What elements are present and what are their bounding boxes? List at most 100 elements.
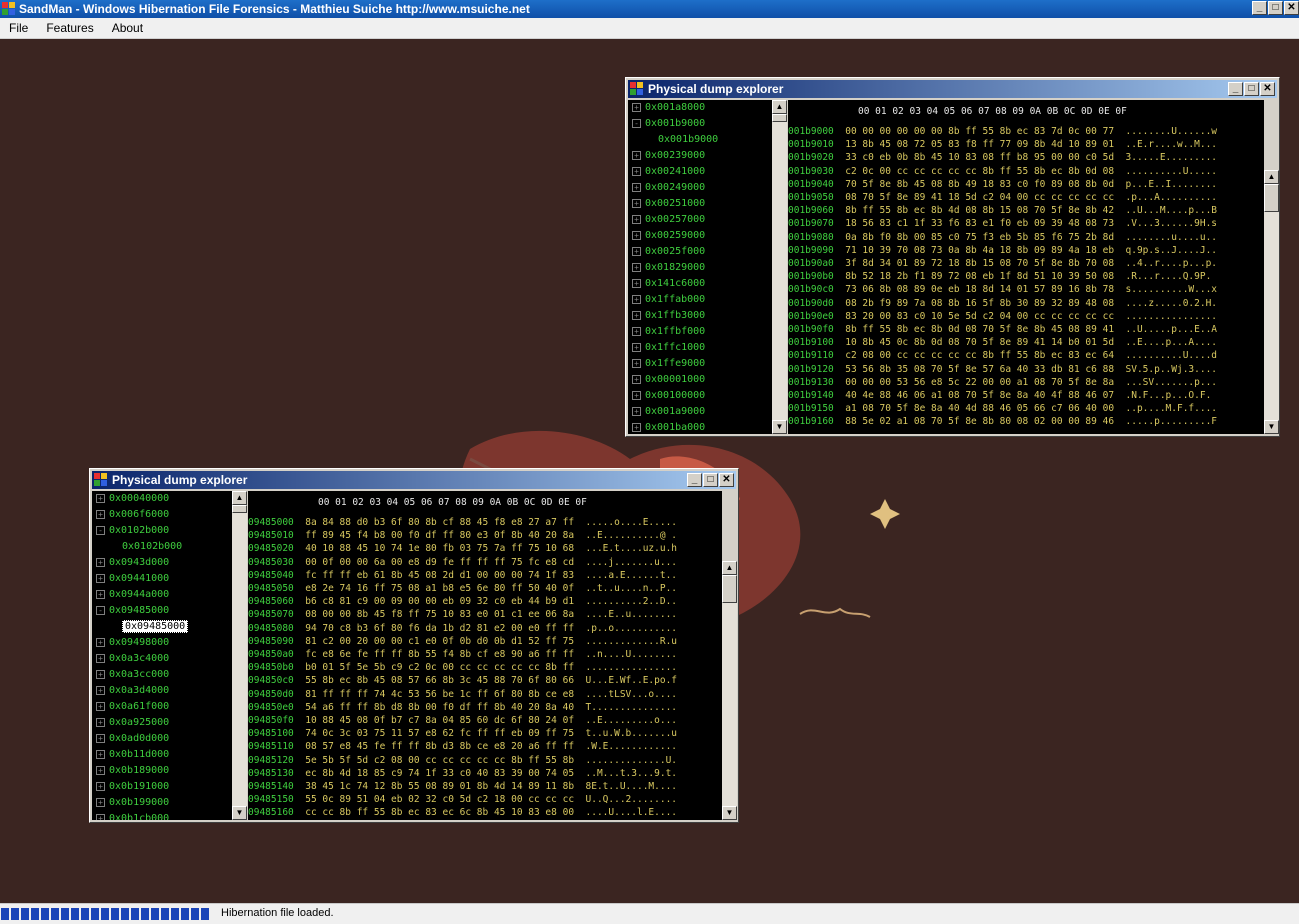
expand-icon[interactable]: + (96, 765, 105, 775)
dump-window-1-titlebar[interactable]: Physical dump explorer _ □ ✕ (628, 80, 1277, 98)
maximize-button[interactable]: □ (1268, 1, 1283, 15)
expand-icon[interactable]: + (632, 246, 641, 256)
tree-scrollbar[interactable]: ▲ ▼ (232, 491, 247, 820)
expand-icon[interactable]: + (632, 198, 641, 208)
expand-icon[interactable]: + (632, 230, 641, 240)
tree-node[interactable]: +0x01829000 (628, 260, 772, 276)
expand-icon[interactable]: + (96, 637, 105, 647)
hex-scrollbar[interactable]: ▲ ▼ (1264, 170, 1279, 434)
expand-icon[interactable]: + (632, 182, 641, 192)
hex-scrollbar[interactable]: ▲ ▼ (722, 561, 737, 820)
tree-node[interactable]: +0x0a925000 (92, 715, 232, 731)
scroll-thumb[interactable] (772, 114, 787, 122)
tree-node[interactable]: +0x0025f000 (628, 244, 772, 260)
tree-node[interactable]: +0x00249000 (628, 180, 772, 196)
expand-icon[interactable]: + (632, 406, 641, 416)
tree-node[interactable]: +0x0a61f000 (92, 699, 232, 715)
tree-node[interactable]: +0x0b11d000 (92, 747, 232, 763)
dump-window-2[interactable]: Physical dump explorer _ □ ✕ +0x00040000… (89, 468, 739, 823)
tree-node[interactable]: +0x1ffe9000 (628, 356, 772, 372)
expand-icon[interactable]: + (632, 262, 641, 272)
expand-icon[interactable]: + (632, 166, 641, 176)
maximize-button[interactable]: □ (703, 473, 718, 487)
expand-icon[interactable]: + (96, 493, 105, 503)
tree-node[interactable]: +0x09498000 (92, 635, 232, 651)
scroll-up-arrow-icon[interactable]: ▲ (722, 561, 737, 575)
hex-view[interactable]: 00 01 02 03 04 05 06 07 08 09 0A 0B 0C 0… (788, 100, 1264, 434)
tree-node[interactable]: +0x0a3cc000 (92, 667, 232, 683)
minimize-button[interactable]: _ (687, 473, 702, 487)
scroll-thumb[interactable] (232, 505, 247, 513)
expand-icon[interactable]: + (96, 717, 105, 727)
expand-icon[interactable]: + (632, 102, 641, 112)
tree-child-node[interactable]: 0x001b9000 (628, 132, 772, 148)
tree-node[interactable]: +0x00259000 (628, 228, 772, 244)
dump-window-2-titlebar[interactable]: Physical dump explorer _ □ ✕ (92, 471, 736, 489)
expand-icon[interactable]: + (96, 733, 105, 743)
expand-icon[interactable]: + (96, 557, 105, 567)
expand-icon[interactable]: + (96, 797, 105, 807)
expand-icon[interactable]: + (96, 669, 105, 679)
tree-node[interactable]: -0x001b9000 (628, 116, 772, 132)
expand-icon[interactable]: + (632, 150, 641, 160)
collapse-icon[interactable]: - (96, 525, 105, 535)
scroll-down-arrow-icon[interactable]: ▼ (772, 420, 787, 434)
tree-node[interactable]: +0x001ba000 (628, 420, 772, 434)
tree-node[interactable]: +0x141c6000 (628, 276, 772, 292)
expand-icon[interactable]: + (96, 573, 105, 583)
tree-node[interactable]: +0x0b189000 (92, 763, 232, 779)
scroll-thumb[interactable] (1264, 184, 1279, 212)
tree-node[interactable]: +0x00251000 (628, 196, 772, 212)
tree-node[interactable]: +0x00241000 (628, 164, 772, 180)
expand-icon[interactable]: + (632, 278, 641, 288)
tree-node[interactable]: +0x0ad0d000 (92, 731, 232, 747)
expand-icon[interactable]: + (632, 422, 641, 432)
tree-node[interactable]: +0x00040000 (92, 491, 232, 507)
tree-node[interactable]: +0x00100000 (628, 388, 772, 404)
expand-icon[interactable]: + (632, 374, 641, 384)
expand-icon[interactable]: + (632, 390, 641, 400)
tree-node[interactable]: +0x09441000 (92, 571, 232, 587)
tree-node[interactable]: +0x00239000 (628, 148, 772, 164)
scroll-down-arrow-icon[interactable]: ▼ (232, 806, 247, 820)
tree-node[interactable]: +0x1ffbf000 (628, 324, 772, 340)
minimize-button[interactable]: _ (1228, 82, 1243, 96)
expand-icon[interactable]: + (96, 589, 105, 599)
address-tree[interactable]: +0x00040000 +0x006f6000-0x0102b000 0x0102b… (92, 491, 232, 820)
tree-node[interactable]: +0x0b191000 (92, 779, 232, 795)
address-tree[interactable]: +0x001a8000-0x001b9000 0x001b9000 +0x00239… (628, 100, 772, 434)
scroll-up-arrow-icon[interactable]: ▲ (1264, 170, 1279, 184)
tree-child-node[interactable]: 0x0102b000 (92, 539, 232, 555)
tree-scrollbar[interactable]: ▲ ▼ (772, 100, 787, 434)
expand-icon[interactable]: + (96, 781, 105, 791)
expand-icon[interactable]: + (632, 326, 641, 336)
tree-child-node[interactable]: 0x09485000 (92, 619, 232, 635)
tree-node[interactable]: +0x1ffab000 (628, 292, 772, 308)
expand-icon[interactable]: + (632, 310, 641, 320)
scroll-down-arrow-icon[interactable]: ▼ (722, 806, 737, 820)
tree-node[interactable]: +0x0b1cb000 (92, 811, 232, 820)
expand-icon[interactable]: + (632, 294, 641, 304)
expand-icon[interactable]: + (632, 214, 641, 224)
tree-node[interactable]: +0x001a8000 (628, 100, 772, 116)
expand-icon[interactable]: + (96, 509, 105, 519)
tree-node[interactable]: +0x0a3c4000 (92, 651, 232, 667)
tree-node[interactable]: +0x1ffc1000 (628, 340, 772, 356)
scroll-down-arrow-icon[interactable]: ▼ (1264, 420, 1279, 434)
collapse-icon[interactable]: - (96, 605, 105, 615)
tree-node[interactable]: +0x0943d000 (92, 555, 232, 571)
tree-node[interactable]: -0x09485000 (92, 603, 232, 619)
tree-node[interactable]: +0x0a3d4000 (92, 683, 232, 699)
close-button[interactable]: ✕ (1260, 82, 1275, 96)
minimize-button[interactable]: _ (1252, 1, 1267, 15)
menu-file[interactable]: File (0, 21, 37, 35)
tree-node[interactable]: +0x0b199000 (92, 795, 232, 811)
menu-about[interactable]: About (103, 21, 152, 35)
expand-icon[interactable]: + (96, 813, 105, 820)
tree-node[interactable]: -0x0102b000 (92, 523, 232, 539)
tree-node[interactable]: +0x006f6000 (92, 507, 232, 523)
close-button[interactable]: ✕ (1284, 1, 1299, 15)
dump-window-1[interactable]: Physical dump explorer _ □ ✕ +0x001a8000… (625, 77, 1280, 437)
scroll-up-arrow-icon[interactable]: ▲ (772, 100, 787, 114)
tree-node[interactable]: +0x1ffb3000 (628, 308, 772, 324)
